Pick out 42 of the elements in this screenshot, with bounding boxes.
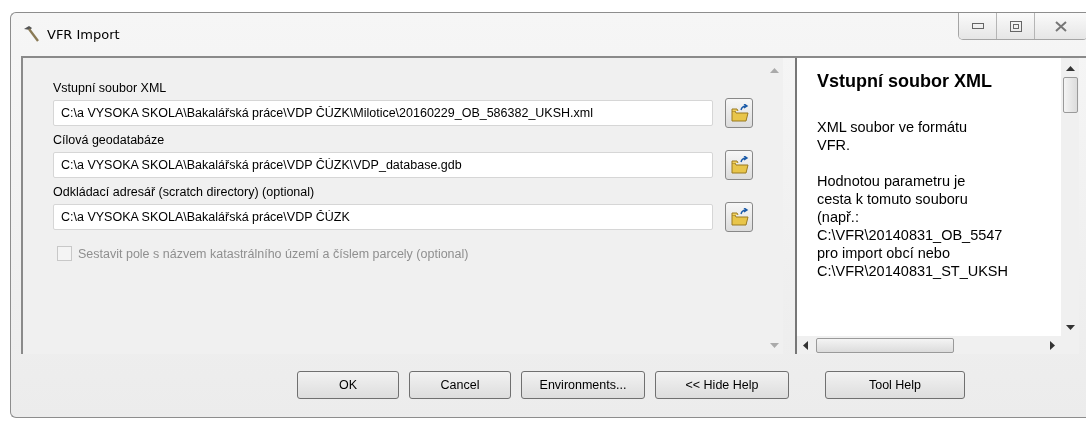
dialog-button[interactable]: Tool Help (825, 371, 965, 399)
dialog-button[interactable]: << Hide Help (655, 371, 789, 399)
scroll-down-icon (1065, 325, 1075, 330)
scroll-down-icon (769, 343, 779, 348)
window-title: VFR Import (47, 27, 120, 42)
help-text: C:\VFR\20140831_OB_5547 (817, 226, 1004, 244)
input-field[interactable]: C:\a VYSOKA SKOLA\Bakalářská práce\VDP ČÚZK\Milotice\20160229_OB_586382_UKSH.xml (53, 100, 713, 126)
field-label: Odkládací adresář (scratch directory) (optional) (53, 185, 316, 199)
field-label: Cílová geodatabáze (53, 133, 166, 147)
maximize-button[interactable] (997, 13, 1035, 39)
close-button[interactable] (1035, 13, 1086, 39)
scroll-up-icon (769, 68, 779, 73)
input-field[interactable]: C:\a VYSOKA SKOLA\Bakalářská práce\VDP ČÚZK\VDP_database.gdb (53, 152, 713, 178)
folder-icon (729, 208, 749, 226)
browse-button[interactable] (725, 150, 753, 180)
scroll-left-icon (803, 340, 808, 350)
dialog-button[interactable]: Cancel (409, 371, 511, 399)
close-icon (1055, 20, 1067, 32)
help-text: Hodnotou parametru je (817, 172, 967, 190)
help-text: (např.: (817, 208, 860, 226)
minimize-icon (971, 23, 984, 29)
browse-button[interactable] (725, 98, 753, 128)
help-text: pro import obcí nebo (817, 244, 951, 262)
field-label: Vstupní soubor XML (53, 81, 168, 95)
restore-icon (1009, 20, 1022, 32)
dialog-button[interactable]: OK (297, 371, 399, 399)
scroll-thumb[interactable] (1062, 77, 1078, 113)
dialog-button[interactable]: Environments... (521, 371, 645, 399)
help-title: Vstupní soubor XML (817, 72, 993, 90)
folder-icon (729, 156, 749, 174)
folder-icon (729, 104, 749, 122)
input-field[interactable]: C:\a VYSOKA SKOLA\Bakalářská práce\VDP ČÚZK (53, 204, 713, 230)
help-text: cesta k tomuto souboru (817, 190, 969, 208)
checkbox-label: Sestavit pole s názvem katastrálního území a číslem parcely (optional) (78, 246, 469, 261)
scroll-right-icon (1050, 340, 1055, 350)
scroll-up-icon (1065, 66, 1075, 71)
help-text: XML soubor ve formátu (817, 118, 969, 136)
help-text: C:\VFR\20140831_ST_UKSH (817, 262, 1009, 280)
scroll-thumb[interactable] (816, 337, 954, 353)
minimize-button[interactable] (959, 13, 997, 39)
help-text: VFR. (817, 136, 852, 154)
browse-button[interactable] (725, 202, 753, 232)
